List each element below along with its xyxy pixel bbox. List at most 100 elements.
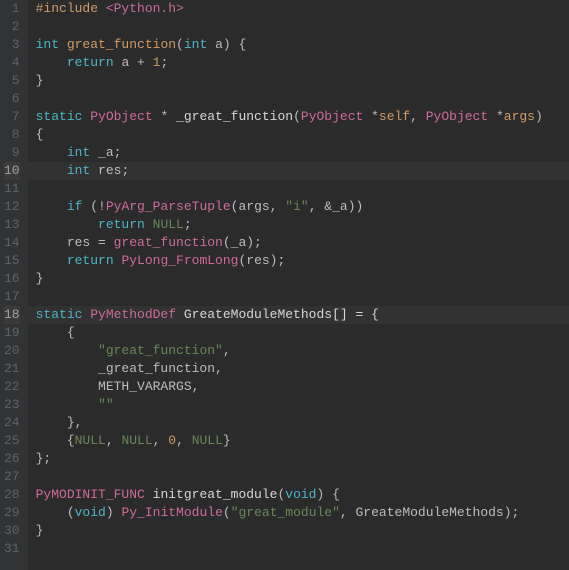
code-line[interactable]: #include <Python.h> <box>36 0 569 18</box>
code-token: a <box>215 37 223 52</box>
code-token: PyObject <box>426 109 496 124</box>
line-number: 5 <box>4 72 20 90</box>
code-token: great_function <box>67 37 176 52</box>
line-number: 24 <box>4 414 20 432</box>
code-line[interactable]: res = great_function(_a); <box>36 234 569 252</box>
line-number: 8 <box>4 126 20 144</box>
code-line[interactable]: }; <box>36 450 569 468</box>
code-token: NULL <box>121 433 152 448</box>
line-number: 3 <box>4 36 20 54</box>
code-line[interactable]: int _a; <box>36 144 569 162</box>
code-token: NULL <box>192 433 223 448</box>
code-token: , <box>153 433 169 448</box>
code-token: + <box>137 55 153 70</box>
code-token: a <box>121 55 137 70</box>
code-token: #include <box>36 1 106 16</box>
code-line[interactable] <box>36 180 569 198</box>
code-token: (args, <box>231 199 286 214</box>
code-line[interactable]: static PyMethodDef GreateModuleMethods[]… <box>28 306 569 324</box>
line-number: 30 <box>4 522 20 540</box>
code-line[interactable]: return PyLong_FromLong(res); <box>36 252 569 270</box>
code-line[interactable]: (void) Py_InitModule("great_module", Gre… <box>36 504 569 522</box>
code-token: int <box>67 145 98 160</box>
code-token: PyObject <box>90 109 160 124</box>
code-token: ( <box>36 505 75 520</box>
code-token: GreateModuleMethods[] = { <box>184 307 379 322</box>
line-number-gutter: 1234567891011121314151617181920212223242… <box>0 0 28 570</box>
code-line[interactable]: METH_VARARGS, <box>36 378 569 396</box>
line-number: 4 <box>4 54 20 72</box>
code-token: ) { <box>317 487 340 502</box>
code-token <box>36 163 67 178</box>
code-editor-area[interactable]: #include <Python.h> int great_function(i… <box>28 0 569 570</box>
code-line[interactable]: return NULL; <box>36 216 569 234</box>
code-line[interactable]: if (!PyArg_ParseTuple(args, "i", &_a)) <box>36 198 569 216</box>
line-number: 1 <box>4 0 20 18</box>
code-line[interactable] <box>36 90 569 108</box>
code-token: ; <box>184 217 192 232</box>
code-token: return <box>98 217 153 232</box>
code-token: ( <box>223 505 231 520</box>
code-line[interactable]: }, <box>36 414 569 432</box>
code-line[interactable]: "" <box>36 396 569 414</box>
code-line[interactable]: PyMODINIT_FUNC initgreat_module(void) { <box>36 486 569 504</box>
line-number: 12 <box>4 198 20 216</box>
code-line[interactable]: static PyObject * _great_function(PyObje… <box>36 108 569 126</box>
code-line[interactable]: int great_function(int a) { <box>36 36 569 54</box>
line-number: 20 <box>4 342 20 360</box>
line-number: 21 <box>4 360 20 378</box>
code-line[interactable] <box>36 468 569 486</box>
code-token: _great_function, <box>36 361 223 376</box>
code-token: ) <box>535 109 543 124</box>
code-token <box>36 217 98 232</box>
code-line[interactable]: {NULL, NULL, 0, NULL} <box>36 432 569 450</box>
code-line[interactable]: return a + 1; <box>36 54 569 72</box>
code-line[interactable]: _great_function, <box>36 360 569 378</box>
code-token: res; <box>98 163 129 178</box>
code-token: PyArg_ParseTuple <box>106 199 231 214</box>
line-number: 11 <box>4 180 20 198</box>
code-token: "" <box>98 397 114 412</box>
code-token <box>36 55 67 70</box>
code-token: res = <box>36 235 114 250</box>
code-token: }, <box>36 415 83 430</box>
code-token: } <box>36 523 44 538</box>
code-token: * <box>496 109 504 124</box>
code-token: Py_InitModule <box>121 505 222 520</box>
code-token: PyMethodDef <box>90 307 184 322</box>
code-token: initgreat_module <box>153 487 278 502</box>
code-token <box>36 343 98 358</box>
code-token: 0 <box>168 433 176 448</box>
line-number: 25 <box>4 432 20 450</box>
code-token: NULL <box>153 217 184 232</box>
code-token: }; <box>36 451 52 466</box>
code-token: args <box>504 109 535 124</box>
code-token: ) <box>106 505 122 520</box>
code-token: _great_function <box>176 109 293 124</box>
line-number: 29 <box>4 504 20 522</box>
code-token: } <box>36 73 44 88</box>
code-line[interactable]: } <box>36 270 569 288</box>
code-line[interactable]: { <box>36 324 569 342</box>
code-line[interactable] <box>36 18 569 36</box>
code-token: , <box>176 433 192 448</box>
code-line[interactable]: } <box>36 522 569 540</box>
code-line[interactable]: int res; <box>28 162 569 180</box>
code-line[interactable]: { <box>36 126 569 144</box>
code-token: , &_a)) <box>309 199 364 214</box>
code-token: , <box>223 343 231 358</box>
code-token: static <box>36 109 91 124</box>
code-token: { <box>36 127 44 142</box>
line-number: 31 <box>4 540 20 558</box>
code-line[interactable]: "great_function", <box>36 342 569 360</box>
line-number: 26 <box>4 450 20 468</box>
code-line[interactable]: } <box>36 72 569 90</box>
code-line[interactable] <box>36 540 569 558</box>
code-token: PyMODINIT_FUNC <box>36 487 153 502</box>
code-token: if <box>67 199 90 214</box>
line-number: 15 <box>4 252 20 270</box>
line-number: 27 <box>4 468 20 486</box>
code-line[interactable] <box>36 288 569 306</box>
code-token: int <box>36 37 67 52</box>
line-number: 13 <box>4 216 20 234</box>
